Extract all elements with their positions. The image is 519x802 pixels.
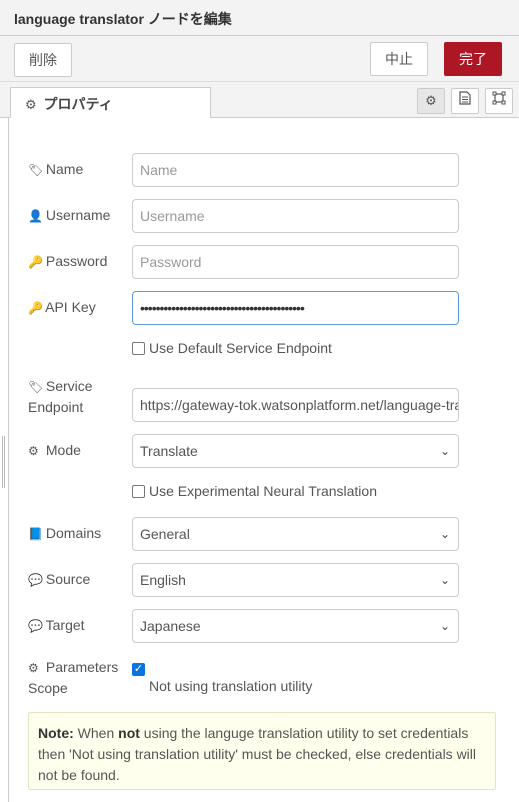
gear-icon: ⚙: [425, 93, 437, 108]
source-label: 💬 Source: [28, 571, 91, 587]
neural-translation-row[interactable]: Use Experimental Neural Translation: [132, 483, 377, 499]
delete-button[interactable]: 削除: [14, 43, 72, 77]
tab-properties-label: プロパティ: [43, 96, 113, 112]
password-input[interactable]: Password: [132, 245, 459, 279]
node-description-button[interactable]: [451, 88, 479, 114]
parameters-scope-text: Not using translation utility: [149, 678, 313, 694]
key-icon: 🔑: [28, 255, 43, 269]
chevron-down-icon: ⌄: [439, 444, 450, 458]
gear-icon: ⚙: [28, 444, 39, 458]
page-title: language translator ノードを編集: [14, 11, 232, 27]
tab-properties[interactable]: ⚙ プロパティ: [10, 87, 211, 119]
cancel-button[interactable]: 中止: [370, 42, 428, 76]
comment-icon: 💬: [28, 619, 43, 633]
default-endpoint-label: Use Default Service Endpoint: [149, 340, 332, 356]
domains-select[interactable]: General ⌄: [132, 517, 459, 551]
mode-label: ⚙ Mode: [28, 442, 81, 458]
neural-translation-checkbox[interactable]: [132, 485, 145, 498]
password-label: 🔑 Password: [28, 253, 108, 269]
chevron-down-icon: ⌄: [439, 573, 450, 587]
service-endpoint-input[interactable]: https://gateway-tok.watsonplatform.net/l…: [132, 388, 459, 422]
tag-icon: 🏷: [28, 163, 44, 177]
resize-handle[interactable]: [2, 436, 5, 488]
name-label: 🏷 Name: [28, 161, 84, 177]
document-icon: [459, 91, 471, 105]
mode-select[interactable]: Translate ⌄: [132, 434, 459, 468]
credentials-note: Note: When not using the languge transla…: [28, 712, 496, 790]
tag-icon: 🏷: [28, 380, 44, 394]
tray-header: language translator ノードを編集: [0, 0, 519, 36]
target-label: 💬 Target: [28, 617, 85, 633]
apikey-label: 🔑 API Key: [28, 299, 96, 315]
gear-icon: ⚙: [25, 97, 37, 112]
username-input[interactable]: Username: [132, 199, 459, 233]
done-button[interactable]: 完了: [444, 42, 502, 76]
node-properties-button[interactable]: ⚙: [417, 88, 445, 114]
parameters-scope-checkbox[interactable]: ✓: [132, 663, 145, 676]
target-select[interactable]: Japanese ⌄: [132, 609, 459, 643]
name-input[interactable]: Name: [132, 153, 459, 187]
tray-toolbar: 削除 中止 完了: [0, 36, 519, 82]
user-icon: 👤: [28, 209, 43, 223]
comment-icon: 💬: [28, 573, 43, 587]
source-select[interactable]: English ⌄: [132, 563, 459, 597]
chevron-down-icon: ⌄: [439, 527, 450, 541]
service-endpoint-label: 🏷 Service Endpoint: [28, 378, 93, 415]
parameters-scope-label: ⚙ Parameters Scope: [28, 659, 119, 696]
book-icon: 📘: [28, 527, 43, 541]
gear-icon: ⚙: [28, 661, 39, 675]
appearance-icon: [492, 91, 506, 105]
domains-label: 📘 Domains: [28, 525, 102, 541]
username-label: 👤 Username: [28, 207, 111, 223]
key-icon: 🔑: [28, 301, 43, 315]
parameters-scope-checkbox-wrap[interactable]: ✓: [132, 657, 149, 676]
chevron-down-icon: ⌄: [439, 619, 450, 633]
node-appearance-button[interactable]: [485, 88, 513, 114]
neural-translation-label: Use Experimental Neural Translation: [149, 483, 377, 499]
default-endpoint-row[interactable]: Use Default Service Endpoint: [132, 340, 332, 356]
apikey-input[interactable]: ••••••••••••••••••••••••••••••••••••••••…: [132, 291, 459, 325]
default-endpoint-checkbox[interactable]: [132, 342, 145, 355]
